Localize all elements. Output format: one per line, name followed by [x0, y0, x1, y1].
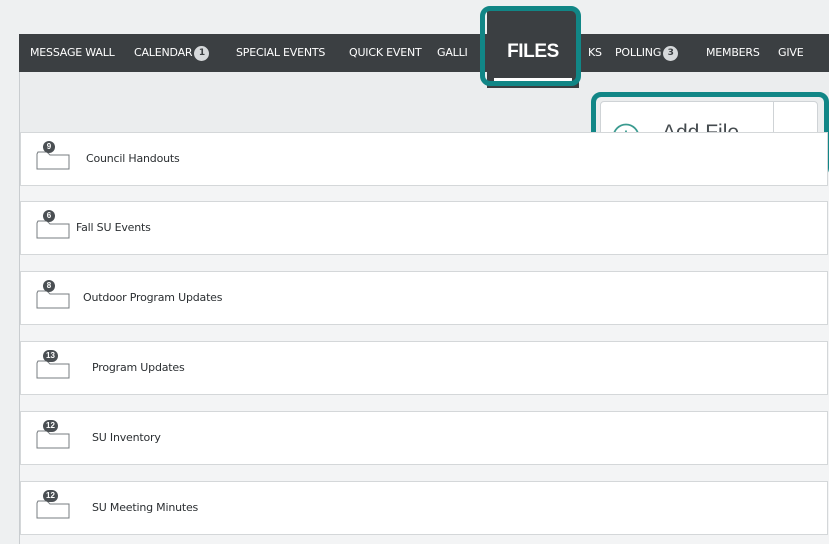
nav-item-polling[interactable]: POLLING 3 — [615, 34, 679, 72]
file-count-badge: 9 — [43, 141, 55, 153]
folder-name: Program Updates — [92, 361, 185, 374]
folder-row[interactable]: 6 Fall SU Events — [20, 201, 828, 255]
file-count-badge: 13 — [43, 350, 58, 362]
folder-row[interactable]: 12 SU Meeting Minutes — [20, 481, 828, 535]
file-count-badge: 6 — [43, 210, 55, 222]
nav-item-give[interactable]: GIVE — [778, 34, 804, 72]
nav-label: MESSAGE WALL — [30, 46, 115, 59]
nav-label: POLLING — [615, 46, 662, 59]
file-count-badge: 12 — [43, 420, 58, 432]
nav-item-members[interactable]: MEMBERS — [706, 34, 760, 72]
folder-icon — [36, 500, 70, 519]
nav-label: MEMBERS — [706, 46, 760, 59]
folder-icon — [36, 360, 70, 379]
folder-icon — [36, 430, 70, 449]
nav-item-special-events[interactable]: SPECIAL EVENTS — [236, 34, 325, 72]
file-count-badge: 12 — [43, 490, 58, 502]
folder-icon — [36, 151, 70, 170]
nav-label: KS — [588, 46, 602, 59]
folder-name: Fall SU Events — [76, 221, 151, 234]
nav-count-badge: 1 — [194, 46, 210, 61]
folder-row[interactable]: 12 SU Inventory — [20, 411, 828, 465]
folder-row[interactable]: 13 Program Updates — [20, 341, 828, 395]
folder-name: SU Meeting Minutes — [92, 501, 199, 514]
nav-item-message-wall[interactable]: MESSAGE WALL — [30, 34, 115, 72]
nav-label: SPECIAL EVENTS — [236, 46, 326, 59]
nav-label: QUICK EVENT — [349, 46, 422, 59]
folder-row[interactable]: 9 Council Handouts — [20, 132, 828, 186]
nav-item-links[interactable]: KS — [588, 34, 602, 72]
nav-item-gallery[interactable]: GALLI — [437, 34, 468, 72]
nav-item-quick-event[interactable]: QUICK EVENT — [349, 34, 422, 72]
top-nav-bar: MESSAGE WALL CALENDAR 1 SPECIAL EVENTS QU… — [19, 34, 829, 72]
folder-icon — [36, 290, 70, 309]
files-tab-highlight — [480, 6, 581, 86]
file-count-badge: 8 — [43, 280, 55, 292]
folder-name: Outdoor Program Updates — [83, 291, 223, 304]
folder-icon — [36, 220, 70, 239]
nav-label: CALENDAR — [134, 46, 193, 59]
nav-count-badge: 3 — [663, 46, 679, 61]
folder-name: SU Inventory — [92, 431, 161, 444]
nav-item-calendar[interactable]: CALENDAR 1 — [134, 34, 210, 72]
nav-label: GIVE — [778, 46, 804, 59]
nav-label: GALLI — [437, 46, 468, 59]
folder-row[interactable]: 8 Outdoor Program Updates — [20, 271, 828, 325]
folder-name: Council Handouts — [86, 152, 180, 165]
